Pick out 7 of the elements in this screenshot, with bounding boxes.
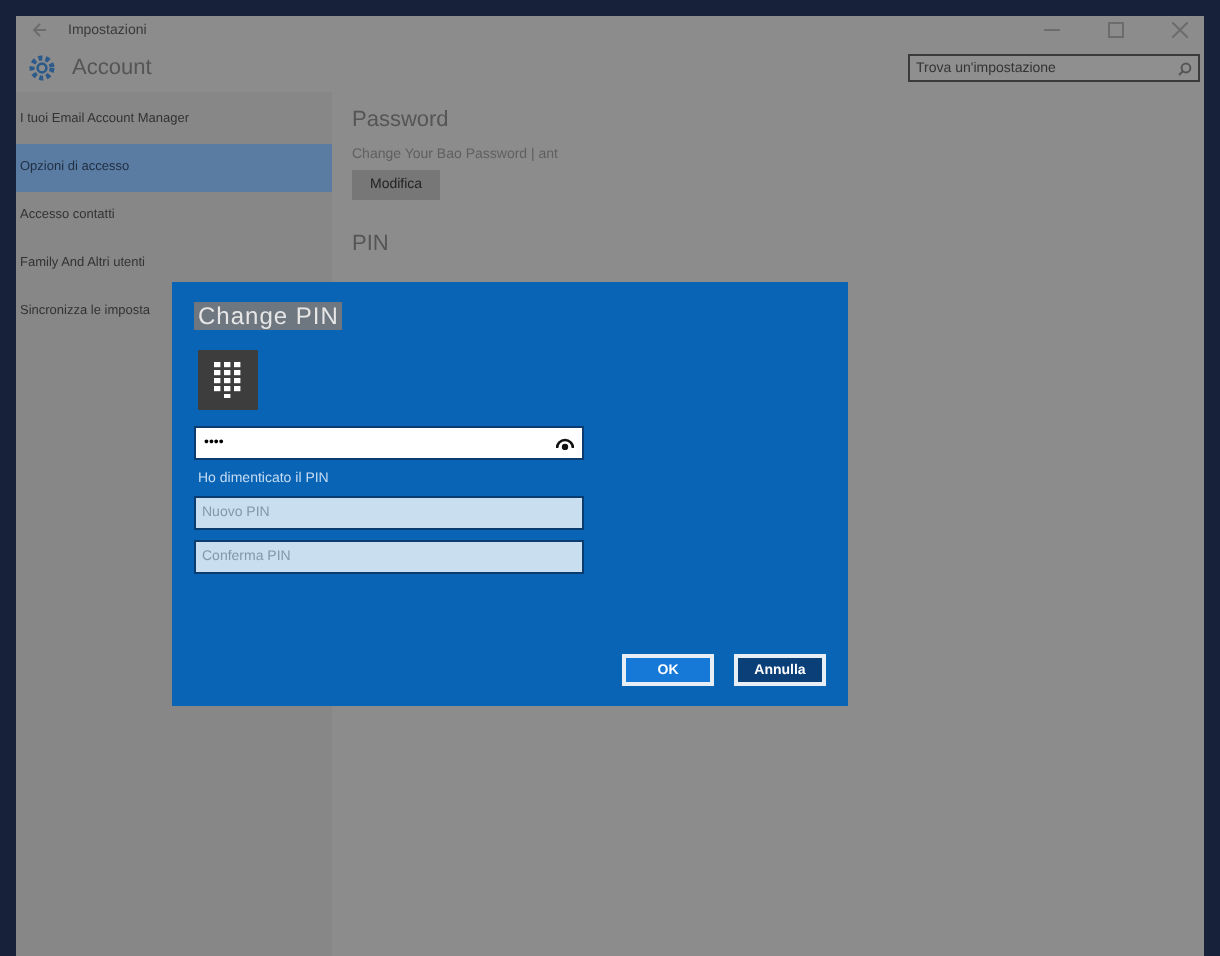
settings-icon (28, 54, 56, 82)
close-icon[interactable] (1172, 22, 1188, 38)
maximize-icon[interactable] (1108, 22, 1124, 38)
dialog-title: Change PIN (194, 302, 343, 330)
search-icon (1178, 61, 1192, 75)
eye-icon[interactable] (556, 437, 574, 449)
keypad-icon (198, 350, 258, 410)
